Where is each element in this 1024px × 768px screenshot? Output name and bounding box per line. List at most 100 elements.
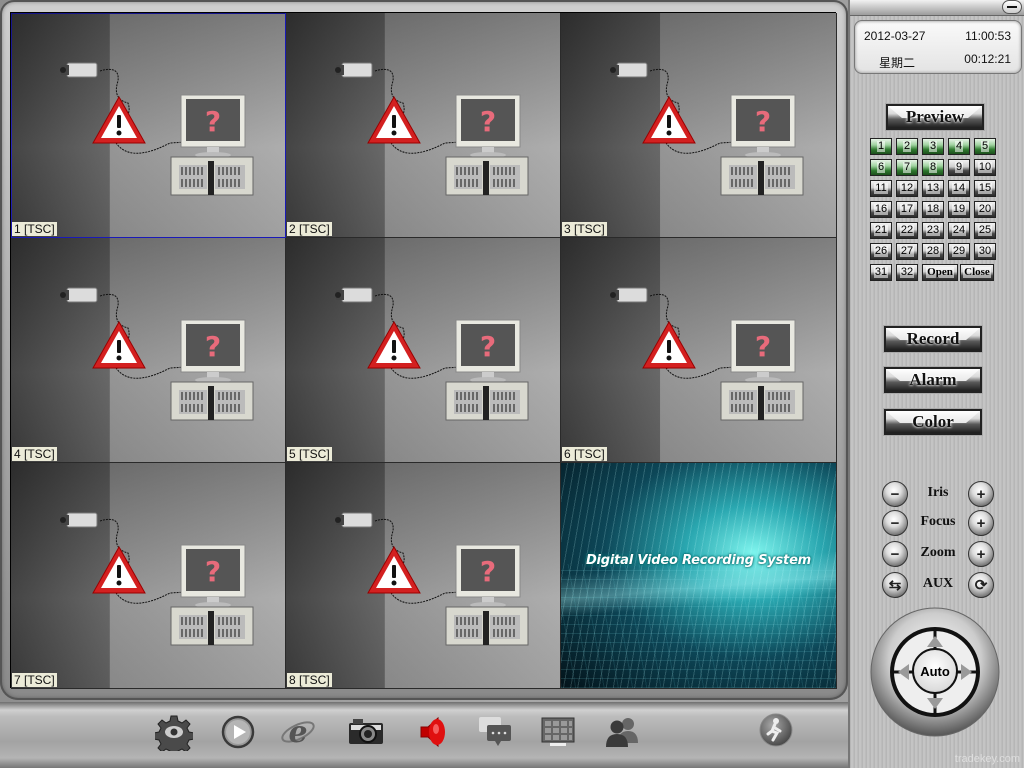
video-cell[interactable]: ? 8 [TSC]	[286, 463, 561, 689]
alarm-button[interactable]: Alarm	[884, 367, 982, 393]
plus-icon: +	[976, 485, 986, 503]
video-cell[interactable]: ? 3 [TSC]	[561, 13, 837, 238]
current-date: 2012-03-27	[864, 29, 926, 43]
monitor-icon: ?	[455, 544, 521, 608]
channel-button-16[interactable]: 16	[870, 201, 892, 218]
video-cell[interactable]: ? 1 [TSC]	[11, 13, 286, 238]
monitor-icon: ?	[730, 94, 796, 158]
ptz-row-aux: ⇆ AUX ⟳	[882, 572, 994, 598]
settings-button[interactable]	[154, 712, 194, 752]
focus-decrease-button[interactable]: −	[882, 510, 908, 536]
iris-decrease-button[interactable]: −	[882, 481, 908, 507]
channel-button-32[interactable]: 32	[896, 264, 918, 281]
monitor-icon: ?	[180, 319, 246, 383]
channel-button-15[interactable]: 15	[974, 180, 996, 197]
computer-case-icon	[170, 156, 254, 196]
channel-button-27[interactable]: 27	[896, 243, 918, 260]
channel-button-21[interactable]: 21	[870, 222, 892, 239]
focus-increase-button[interactable]: +	[968, 510, 994, 536]
channel-button-1[interactable]: 1	[870, 138, 892, 155]
iris-increase-button[interactable]: +	[968, 481, 994, 507]
grid-layout-icon	[541, 717, 575, 746]
monitor-icon: ?	[180, 94, 246, 158]
splash-cell[interactable]: Digital Video Recording System	[561, 463, 837, 689]
aux-decrease-button[interactable]: ⇆	[882, 572, 908, 598]
video-grid: ? 1 [TSC] ? 2 [TSC] ? 3 [TSC] ? 4 [TSC] …	[10, 12, 837, 689]
channel-button-11[interactable]: 11	[870, 180, 892, 197]
channel-button-10[interactable]: 10	[974, 159, 996, 176]
channel-button-14[interactable]: 14	[948, 180, 970, 197]
play-icon	[221, 715, 255, 749]
channel-button-9[interactable]: 9	[948, 159, 970, 176]
channel-button-31[interactable]: 31	[870, 264, 892, 281]
record-button[interactable]: Record	[884, 326, 982, 352]
preview-button[interactable]: Preview	[886, 104, 984, 130]
channel-button-2[interactable]: 2	[896, 138, 918, 155]
camera-icon	[60, 512, 98, 528]
iris-label: Iris	[927, 485, 949, 500]
alarm-label: Alarm	[909, 370, 957, 389]
channel-button-label: 20	[977, 203, 993, 215]
messages-button[interactable]	[476, 712, 516, 752]
channel-button-3[interactable]: 3	[922, 138, 944, 155]
channel-button-20[interactable]: 20	[974, 201, 996, 218]
monitor-icon: ?	[180, 544, 246, 608]
channel-button-label: 13	[925, 182, 941, 194]
zoom-increase-button[interactable]: +	[968, 541, 994, 567]
layout-button[interactable]	[538, 712, 578, 752]
zoom-decrease-button[interactable]: −	[882, 541, 908, 567]
gear-eye-icon	[155, 715, 193, 751]
channel-button-12[interactable]: 12	[896, 180, 918, 197]
channel-button-19[interactable]: 19	[948, 201, 970, 218]
channel-button-8[interactable]: 8	[922, 159, 944, 176]
minimize-button[interactable]	[1002, 0, 1022, 14]
pan-right-button[interactable]	[961, 664, 972, 680]
channel-button-18[interactable]: 18	[922, 201, 944, 218]
channel-button-25[interactable]: 25	[974, 222, 996, 239]
playback-button[interactable]	[218, 712, 258, 752]
channel-label: 7 [TSC]	[12, 673, 57, 687]
channel-button-24[interactable]: 24	[948, 222, 970, 239]
channel-button-6[interactable]: 6	[870, 159, 892, 176]
snapshot-button[interactable]	[346, 712, 386, 752]
open-all-button[interactable]: Open	[922, 264, 958, 281]
channel-button-label: 16	[873, 203, 889, 215]
users-button[interactable]	[602, 712, 642, 752]
video-cell[interactable]: ? 6 [TSC]	[561, 238, 837, 463]
close-all-button[interactable]: Close	[960, 264, 994, 281]
minus-icon: −	[890, 514, 900, 532]
channel-button-26[interactable]: 26	[870, 243, 892, 260]
auto-button[interactable]: Auto	[912, 648, 958, 694]
pan-left-button[interactable]	[898, 664, 909, 680]
aux-label: AUX	[922, 576, 954, 591]
computer-case-icon	[445, 606, 529, 646]
pan-up-button[interactable]	[927, 636, 943, 647]
channel-button-29[interactable]: 29	[948, 243, 970, 260]
web-browser-button[interactable]: e	[278, 712, 318, 752]
color-button[interactable]: Color	[884, 409, 982, 435]
audio-button[interactable]	[412, 712, 452, 752]
channel-button-5[interactable]: 5	[974, 138, 996, 155]
video-cell[interactable]: ? 7 [TSC]	[11, 463, 286, 689]
channel-button-22[interactable]: 22	[896, 222, 918, 239]
pan-down-button[interactable]	[927, 698, 943, 709]
channel-button-28[interactable]: 28	[922, 243, 944, 260]
channel-button-13[interactable]: 13	[922, 180, 944, 197]
channel-button-23[interactable]: 23	[922, 222, 944, 239]
channel-button-30[interactable]: 30	[974, 243, 996, 260]
channel-button-4[interactable]: 4	[948, 138, 970, 155]
channel-button-17[interactable]: 17	[896, 201, 918, 218]
video-cell[interactable]: ? 5 [TSC]	[286, 238, 561, 463]
channel-button-7[interactable]: 7	[896, 159, 918, 176]
channel-button-label: 11	[874, 182, 888, 194]
aux-increase-button[interactable]: ⟳	[968, 572, 994, 598]
video-cell[interactable]: ? 2 [TSC]	[286, 13, 561, 238]
channel-button-label: 26	[873, 245, 889, 257]
video-cell[interactable]: ? 4 [TSC]	[11, 238, 286, 463]
channel-button-label: 21	[873, 224, 889, 236]
warning-icon	[642, 320, 696, 369]
warning-icon	[92, 545, 146, 594]
channel-button-label: 27	[899, 245, 915, 257]
plus-icon: +	[976, 514, 986, 532]
exit-button[interactable]	[756, 710, 796, 750]
